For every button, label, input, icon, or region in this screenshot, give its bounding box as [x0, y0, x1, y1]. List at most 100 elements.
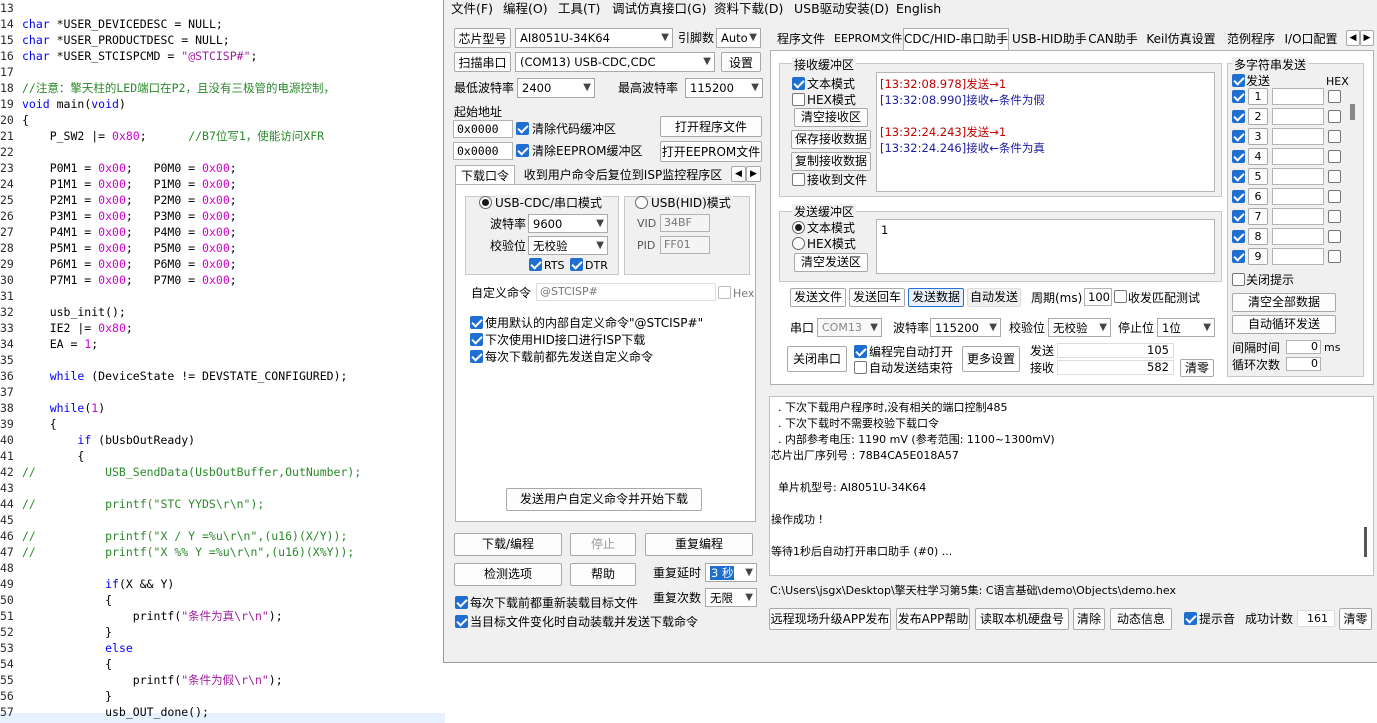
code-line[interactable]: 24 P1M1 = 0x00; P1M0 = 0x00; — [0, 176, 237, 192]
code-line[interactable]: 51 printf("条件为真\r\n"); — [0, 608, 283, 624]
multi-row-hex-checkbox[interactable] — [1328, 210, 1341, 223]
more-settings-button[interactable]: 更多设置 — [962, 346, 1020, 372]
stop-button[interactable]: 停止 — [570, 533, 636, 556]
tab-program-file[interactable]: 程序文件 — [772, 29, 830, 49]
multi-row-send-button[interactable]: 2 — [1248, 108, 1268, 125]
code-line[interactable]: 28 P5M1 = 0x00; P5M0 = 0x00; — [0, 240, 237, 256]
send-text-area[interactable]: 1 — [876, 219, 1215, 274]
multi-row-hex-checkbox[interactable] — [1328, 150, 1341, 163]
code-line[interactable]: 19 void main(void) — [0, 96, 126, 112]
download-program-button[interactable]: 下载/编程 — [454, 533, 562, 556]
code-line[interactable]: 14 char *USER_DEVICEDESC = NULL; — [0, 16, 223, 32]
multi-row-input[interactable] — [1272, 108, 1324, 125]
menu-usb-driver[interactable]: USB驱动安装(D) — [794, 0, 889, 17]
interval-input[interactable]: 0 — [1286, 340, 1321, 354]
multi-row-send-button[interactable]: 3 — [1248, 128, 1268, 145]
next-hid-isp-checkbox[interactable] — [470, 333, 483, 346]
save-receive-button[interactable]: 保存接收数据 — [791, 130, 871, 149]
code-line[interactable]: 46 // printf("X / Y =%u\r\n",(u16)(X/Y)); — [0, 528, 347, 544]
code-line[interactable]: 29 P6M1 = 0x00; P6M0 = 0x00; — [0, 256, 237, 272]
multi-row-hex-checkbox[interactable] — [1328, 110, 1341, 123]
period-input[interactable]: 100 — [1084, 288, 1112, 306]
sound-tip-checkbox[interactable] — [1184, 612, 1197, 625]
code-line[interactable]: 31 — [0, 288, 22, 304]
code-line[interactable]: 55 printf("条件为假\r\n"); — [0, 672, 283, 688]
multi-row-input[interactable] — [1272, 88, 1324, 105]
code-line[interactable]: 37 — [0, 384, 22, 400]
multi-row-hex-checkbox[interactable] — [1328, 90, 1341, 103]
code-line[interactable]: 38 while(1) — [0, 400, 105, 416]
code-line[interactable]: 43 — [0, 480, 22, 496]
clear-code-buffer-checkbox[interactable] — [516, 122, 529, 135]
dynamic-info-button[interactable]: 动态信息 — [1110, 608, 1172, 630]
multi-row-send-button[interactable]: 8 — [1248, 228, 1268, 245]
repeat-count-select[interactable]: 无限 ▼ — [705, 588, 757, 607]
tab-scroll-left-icon[interactable]: ◀ — [731, 166, 746, 182]
tab-cdc-hid-serial[interactable]: CDC/HID-串口助手 — [903, 28, 1009, 50]
code-line[interactable]: 21 P_SW2 |= 0x80; //B7位写1，使能访问XFR — [0, 128, 324, 144]
multi-row-send-checkbox[interactable] — [1232, 170, 1245, 183]
remote-upgrade-button[interactable]: 远程现场升级APP发布 — [769, 608, 891, 630]
code-line[interactable]: 15 char *USER_PRODUCTDESC = NULL; — [0, 32, 230, 48]
code-line[interactable]: 48 — [0, 560, 22, 576]
auto-load-on-change-checkbox[interactable] — [455, 615, 468, 628]
vid-input[interactable]: 34BF — [660, 214, 710, 232]
tab-examples[interactable]: 范例程序 — [1223, 29, 1279, 49]
output-log[interactable]: . 下次下载用户程序时,没有相关的端口控制485 . 下次下载时不需要校验下载口… — [769, 396, 1374, 576]
loop-count-input[interactable]: 0 — [1286, 357, 1321, 371]
multi-row-send-button[interactable]: 9 — [1248, 248, 1268, 265]
tab-io-config[interactable]: I/O口配置 — [1282, 29, 1340, 49]
send-file-button[interactable]: 发送文件 — [790, 288, 846, 307]
dtr-checkbox[interactable] — [570, 258, 583, 271]
rts-checkbox[interactable] — [529, 258, 542, 271]
code-line[interactable]: 25 P2M1 = 0x00; P2M0 = 0x00; — [0, 192, 237, 208]
tab-keil-sim[interactable]: Keil仿真设置 — [1142, 29, 1220, 49]
menu-file[interactable]: 文件(F) — [451, 0, 493, 17]
multi-row-input[interactable] — [1272, 148, 1324, 165]
read-disk-id-button[interactable]: 读取本机硬盘号 — [975, 608, 1069, 630]
recv-hex-mode-checkbox[interactable] — [792, 93, 805, 106]
code-line[interactable]: 52 } — [0, 624, 112, 640]
serial-parity-select[interactable]: 无校验 ▼ — [1048, 318, 1111, 337]
code-line[interactable]: 22 — [0, 144, 22, 160]
close-port-button[interactable]: 关闭串口 — [787, 346, 847, 372]
menu-debug[interactable]: 调试仿真接口(G) — [612, 0, 706, 17]
pin-count-select[interactable]: Auto ▼ — [716, 28, 761, 48]
eeprom-start-address-input[interactable]: 0x0000 — [453, 142, 513, 160]
open-eeprom-file-button[interactable]: 打开EEPROM文件 — [660, 141, 762, 162]
code-line[interactable]: 23 P0M1 = 0x00; P0M0 = 0x00; — [0, 160, 237, 176]
open-program-file-button[interactable]: 打开程序文件 — [660, 116, 762, 137]
multi-row-send-checkbox[interactable] — [1232, 230, 1245, 243]
multi-row-send-button[interactable]: 6 — [1248, 188, 1268, 205]
code-line[interactable]: 49 if(X && Y) — [0, 576, 174, 592]
right-tab-scroll-left-icon[interactable]: ◀ — [1346, 30, 1360, 46]
code-line[interactable]: 17 — [0, 64, 22, 80]
code-line[interactable]: 20 { — [0, 112, 29, 128]
code-start-address-input[interactable]: 0x0000 — [453, 120, 513, 138]
multi-row-send-checkbox[interactable] — [1232, 210, 1245, 223]
repeat-program-button[interactable]: 重复编程 — [645, 533, 753, 556]
code-line[interactable]: 34 EA = 1; — [0, 336, 98, 352]
multi-row-send-button[interactable]: 4 — [1248, 148, 1268, 165]
code-line[interactable]: 47 // printf("X %% Y =%u\r\n",(u16)(X%Y))… — [0, 544, 354, 560]
code-line[interactable]: 44 // printf("STC YYDS\r\n"); — [0, 496, 264, 512]
multi-row-input[interactable] — [1272, 128, 1324, 145]
menu-tools[interactable]: 工具(T) — [558, 0, 600, 17]
serial-port-select[interactable]: COM13 ▼ — [817, 318, 882, 337]
send-custom-command-button[interactable]: 发送用户自定义命令并开始下载 — [506, 488, 702, 511]
send-text-mode-radio[interactable] — [792, 221, 805, 234]
clear-count-button[interactable]: 清零 — [1180, 359, 1214, 377]
code-line[interactable]: 32 usb_init(); — [0, 304, 126, 320]
multi-scroll-thumb[interactable] — [1350, 104, 1355, 120]
multi-row-input[interactable] — [1272, 208, 1324, 225]
multi-row-send-checkbox[interactable] — [1232, 250, 1245, 263]
code-editor[interactable]: 13 14 char *USER_DEVICEDESC = NULL; 15 char … — [0, 0, 445, 723]
usb-cdc-mode-radio[interactable] — [479, 196, 492, 209]
log-scroll-thumb[interactable] — [1364, 527, 1367, 557]
multi-row-hex-checkbox[interactable] — [1328, 170, 1341, 183]
max-baud-select[interactable]: 115200 ▼ — [685, 78, 763, 98]
custom-command-input[interactable]: @STCISP# — [536, 283, 716, 301]
code-line[interactable]: 40 if (bUsbOutReady) — [0, 432, 195, 448]
clear-send-button[interactable]: 清空发送区 — [794, 253, 868, 272]
stop-bits-select[interactable]: 1位 ▼ — [1157, 318, 1215, 337]
